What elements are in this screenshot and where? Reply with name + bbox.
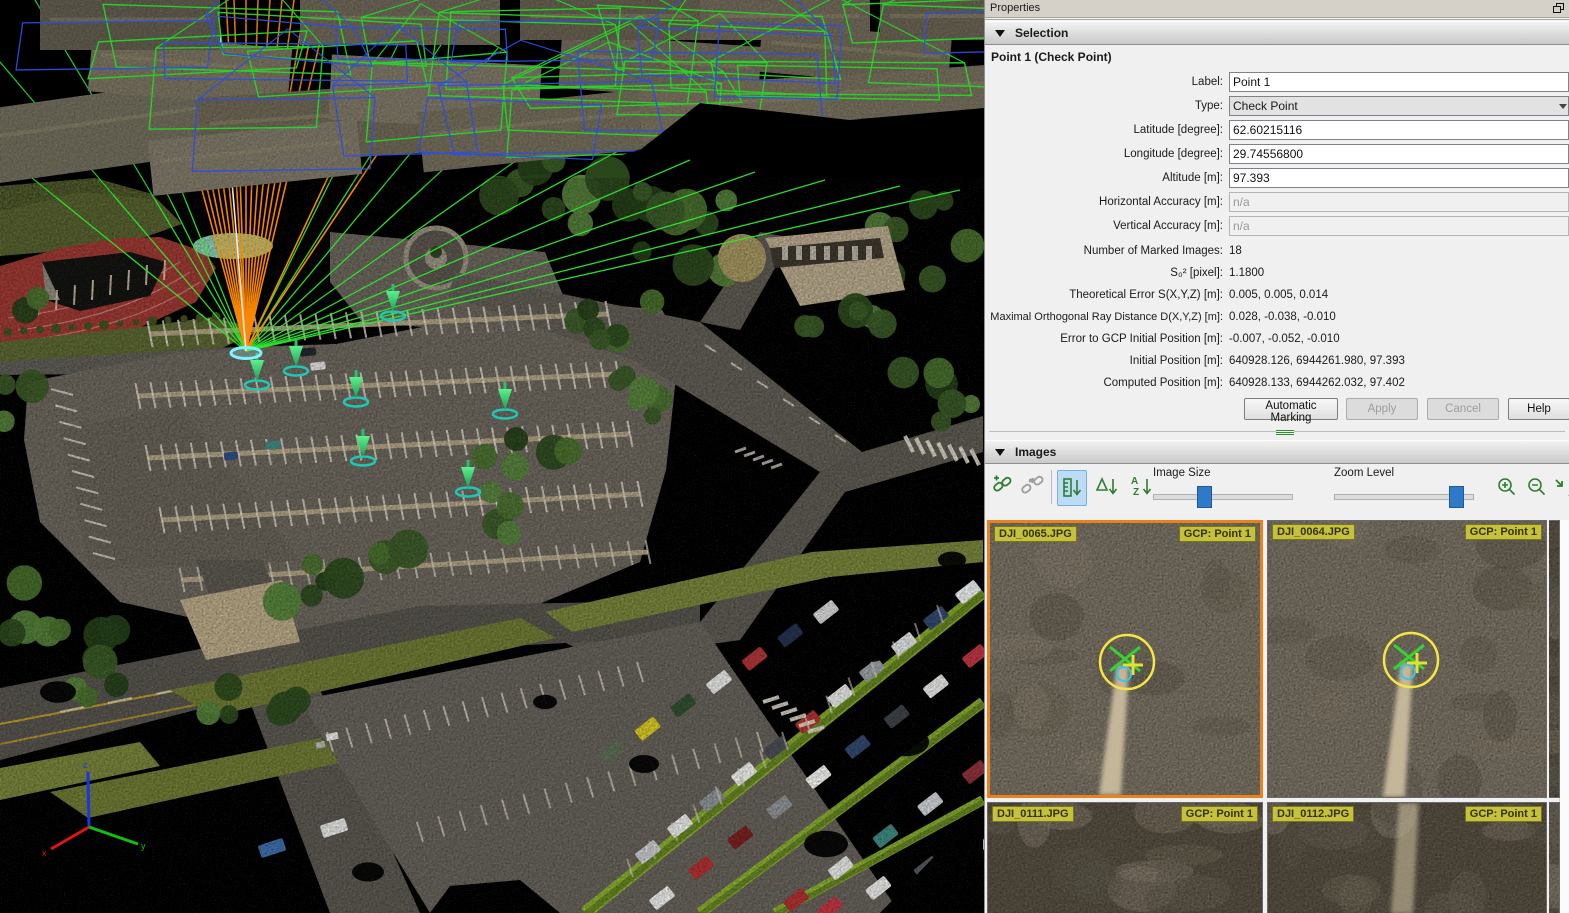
stat-row: Computed Position [m]: 640928.133, 69442… (985, 375, 1569, 391)
splitter-grip[interactable] (1276, 429, 1294, 435)
sort-alphabetical-icon[interactable]: AZ (1127, 470, 1155, 504)
field-row: Horizontal Accuracy [m]: (985, 192, 1569, 212)
thumbnail-dji-0064[interactable]: DJI_0064.JPG GCP: Point 1 (1267, 520, 1547, 798)
zoom-level-label: Zoom Level (1334, 467, 1394, 479)
section-header-images[interactable]: Images (985, 440, 1569, 464)
section-title: Selection (1015, 22, 1068, 44)
application-window: z x y Properties Selection Point 1 (Check … (0, 0, 1569, 913)
stat-value: 18 (1229, 243, 1242, 259)
thumbnail-gcp-badge: GCP: Point 1 (1465, 524, 1542, 540)
thumbnail-filename-badge: DJI_0064.JPG (1272, 524, 1355, 540)
section-header-selection[interactable]: Selection (985, 21, 1569, 45)
thumbnail-filename-badge: DJI_0065.JPG (994, 526, 1077, 542)
collapse-triangle-icon (995, 30, 1005, 37)
altitude-field[interactable] (1229, 168, 1569, 188)
thumbnail-gcp-badge: GCP: Point 1 (1465, 806, 1542, 822)
field-row: Vertical Accuracy [m]: (985, 216, 1569, 236)
add-mark-icon[interactable] (989, 470, 1017, 504)
stat-value: -0.007, -0.052, -0.010 (1229, 331, 1340, 347)
stat-row: Number of Marked Images: 18 (985, 243, 1569, 259)
stat-row: Initial Position [m]: 640928.126, 694426… (985, 353, 1569, 369)
sort-by-error-icon[interactable] (1093, 470, 1121, 504)
remove-mark-icon[interactable] (1019, 470, 1047, 504)
panel-title: Properties (990, 2, 1040, 14)
thumbnail-dji-0112[interactable]: DJI_0112.JPG GCP: Point 1 (1267, 802, 1547, 913)
stat-row: Theoretical Error S(X,Y,Z) [m]: 0.005, 0… (985, 287, 1569, 303)
sort-by-distance-icon[interactable] (1057, 470, 1087, 506)
thumbnail-gcp-badge: GCP: Point 1 (1181, 806, 1258, 822)
thumbnail-gcp-badge: GCP: Point 1 (1179, 526, 1256, 542)
image-size-slider-handle[interactable] (1197, 486, 1212, 508)
point-heading: Point 1 (Check Point) (991, 50, 1112, 64)
float-window-icon[interactable] (1553, 3, 1563, 12)
field-label: Longitude [degree]: (985, 144, 1223, 164)
latitude-field[interactable] (1229, 120, 1569, 140)
thumbnail-scroll-gutter[interactable] (1559, 520, 1569, 913)
collapse-thumbnails-icon[interactable] (1553, 474, 1569, 508)
panel-splitter[interactable] (985, 429, 1569, 435)
image-size-slider[interactable] (1153, 494, 1293, 500)
zoom-in-icon[interactable] (1493, 474, 1521, 508)
field-row: Longitude [degree]: (985, 144, 1569, 164)
section-title: Images (1015, 441, 1056, 463)
field-label: Horizontal Accuracy [m]: (985, 192, 1223, 212)
field-label: Vertical Accuracy [m]: (985, 216, 1223, 236)
type-select[interactable]: Check Point (1229, 96, 1569, 116)
stat-label: Error to GCP Initial Position [m]: (985, 331, 1223, 347)
apply-button[interactable]: Apply (1346, 398, 1418, 420)
field-label: Altitude [m]: (985, 168, 1223, 188)
stat-row: Maximal Orthogonal Ray Distance D(X,Y,Z)… (985, 309, 1569, 325)
longitude-field[interactable] (1229, 144, 1569, 164)
cancel-button[interactable]: Cancel (1427, 398, 1499, 420)
field-row: Latitude [degree]: (985, 120, 1569, 140)
viewport-3d[interactable]: z x y (0, 0, 984, 913)
properties-panel: Properties Selection Point 1 (Check Poin… (984, 0, 1569, 913)
stat-value: 640928.133, 6944262.032, 97.402 (1229, 375, 1405, 391)
label-field[interactable] (1229, 72, 1569, 92)
toolbar-separator (1051, 470, 1052, 504)
image-size-label: Image Size (1153, 467, 1211, 479)
horizontal-accuracy-field (1229, 192, 1569, 212)
stat-label: Initial Position [m]: (985, 353, 1223, 369)
help-button[interactable]: Help (1508, 398, 1569, 420)
type-select-value: Check Point (1233, 99, 1298, 113)
stat-label: S₀² [pixel]: (985, 265, 1223, 281)
stat-row: Error to GCP Initial Position [m]: -0.00… (985, 331, 1569, 347)
stat-value: 0.028, -0.038, -0.010 (1229, 309, 1336, 325)
field-label: Label: (985, 72, 1223, 92)
svg-text:Z: Z (1133, 487, 1139, 498)
collapse-triangle-icon (995, 449, 1005, 456)
thumbnail-partial[interactable] (1549, 802, 1560, 913)
thumbnail-dji-0065[interactable]: DJI_0065.JPG GCP: Point 1 (987, 520, 1263, 798)
vertical-accuracy-field (1229, 216, 1569, 236)
svg-text:y: y (141, 841, 146, 851)
field-row: Altitude [m]: (985, 168, 1569, 188)
svg-text:z: z (83, 760, 88, 770)
stat-label: Number of Marked Images: (985, 243, 1223, 259)
field-label: Type: (985, 96, 1223, 116)
stat-value: 0.005, 0.005, 0.014 (1229, 287, 1328, 303)
field-row: Type: Check Point (985, 96, 1569, 116)
thumbnail-dji-0111[interactable]: DJI_0111.JPG GCP: Point 1 (987, 802, 1263, 913)
stat-value: 1.1800 (1229, 265, 1264, 281)
panel-titlebar[interactable]: Properties (985, 0, 1569, 18)
field-label: Latitude [degree]: (985, 120, 1223, 140)
automatic-marking-button[interactable]: Automatic Marking (1244, 398, 1338, 420)
stat-label: Theoretical Error S(X,Y,Z) [m]: (985, 287, 1223, 303)
stat-label: Computed Position [m]: (985, 375, 1223, 391)
thumbnail-filename-badge: DJI_0112.JPG (1272, 806, 1354, 822)
stat-row: S₀² [pixel]: 1.1800 (985, 265, 1569, 281)
svg-text:x: x (42, 848, 47, 858)
thumbnail-partial[interactable] (1549, 520, 1560, 798)
zoom-out-icon[interactable] (1523, 474, 1551, 508)
svg-text:A: A (1131, 476, 1138, 487)
divider (985, 19, 1569, 20)
chevron-down-icon (1559, 104, 1567, 109)
stat-label: Maximal Orthogonal Ray Distance D(X,Y,Z)… (985, 309, 1223, 325)
zoom-level-slider-handle[interactable] (1449, 486, 1464, 508)
stat-value: 640928.126, 6944261.980, 97.393 (1229, 353, 1405, 369)
field-row: Label: (985, 72, 1569, 92)
thumbnail-filename-badge: DJI_0111.JPG (992, 806, 1074, 822)
